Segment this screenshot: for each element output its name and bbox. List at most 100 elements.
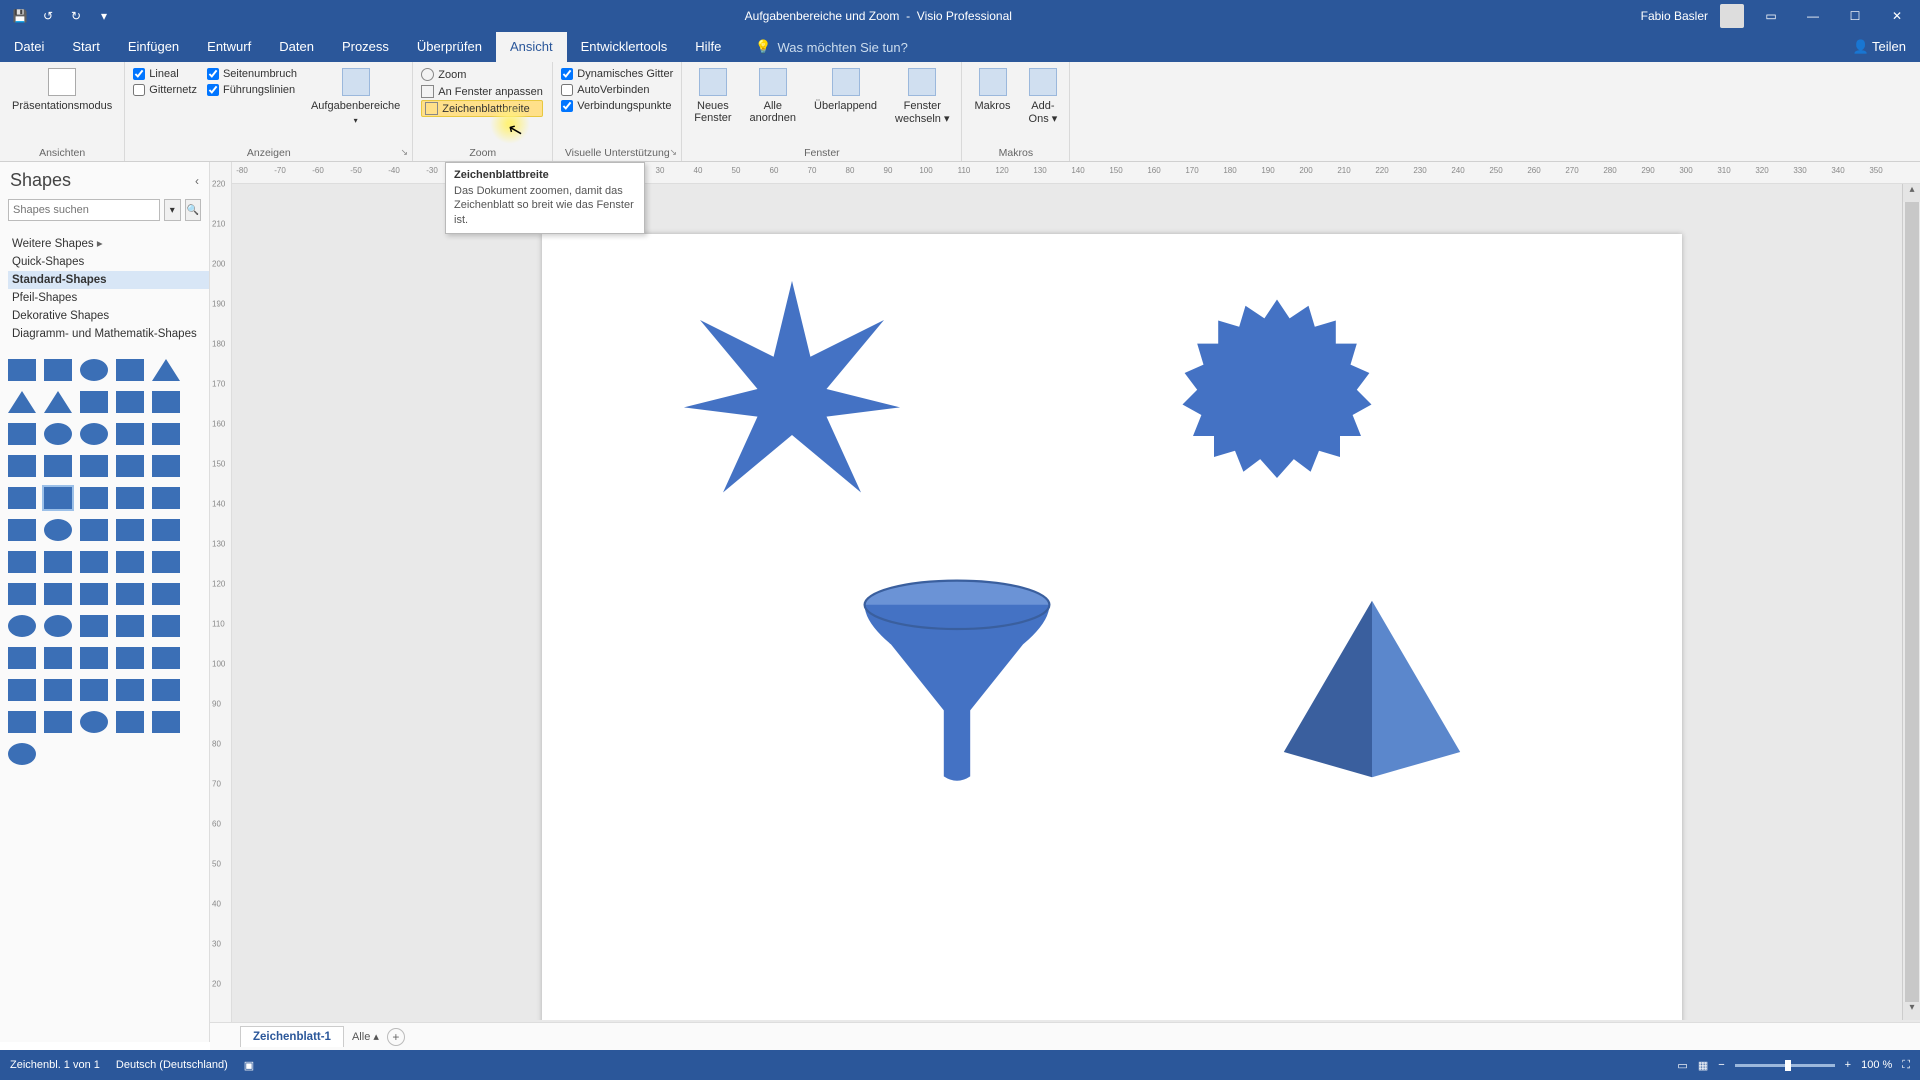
- search-dropdown-icon[interactable]: ▾: [164, 199, 181, 221]
- shape-thumbnail[interactable]: [8, 551, 36, 573]
- gitternetz-checkbox[interactable]: Gitternetz: [133, 82, 197, 98]
- cascade-button[interactable]: Überlappend: [810, 66, 881, 114]
- zoom-out-icon[interactable]: −: [1718, 1059, 1724, 1071]
- shape-thumbnail[interactable]: [116, 391, 144, 413]
- shape-thumbnail[interactable]: [8, 615, 36, 637]
- shape-thumbnail[interactable]: [80, 455, 108, 477]
- seal-shape[interactable]: [1162, 289, 1392, 499]
- shape-thumbnail[interactable]: [80, 391, 108, 413]
- drawing-canvas[interactable]: [232, 184, 1902, 1020]
- fuehrungslinien-checkbox[interactable]: Führungslinien: [207, 82, 297, 98]
- presentation-mode-button[interactable]: Präsentationsmodus: [8, 66, 116, 114]
- shape-thumbnail[interactable]: [152, 679, 180, 701]
- shape-thumbnail[interactable]: [8, 679, 36, 701]
- menu-einfügen[interactable]: Einfügen: [114, 32, 193, 62]
- add-page-button[interactable]: +: [387, 1028, 405, 1046]
- shape-thumbnail[interactable]: [116, 711, 144, 733]
- redo-icon[interactable]: ↻: [64, 4, 88, 28]
- menu-überprüfen[interactable]: Überprüfen: [403, 32, 496, 62]
- menu-start[interactable]: Start: [58, 32, 113, 62]
- shape-thumbnail[interactable]: [80, 679, 108, 701]
- shape-thumbnail[interactable]: [8, 519, 36, 541]
- page-tab[interactable]: Zeichenblatt-1: [240, 1026, 344, 1047]
- shape-thumbnail[interactable]: [8, 423, 36, 445]
- shape-thumbnail[interactable]: [152, 647, 180, 669]
- shape-thumbnail[interactable]: [44, 647, 72, 669]
- shape-thumbnail[interactable]: [80, 615, 108, 637]
- stencil-item[interactable]: Standard-Shapes: [8, 271, 209, 289]
- zoom-button[interactable]: Zoom: [421, 66, 543, 83]
- dynamic-grid-checkbox[interactable]: Dynamisches Gitter: [561, 66, 673, 82]
- shape-thumbnail[interactable]: [44, 423, 72, 445]
- shape-thumbnail[interactable]: [116, 519, 144, 541]
- shape-thumbnail[interactable]: [44, 583, 72, 605]
- shape-thumbnail[interactable]: [80, 711, 108, 733]
- shape-thumbnail[interactable]: [116, 551, 144, 573]
- shape-thumbnail[interactable]: [152, 359, 180, 381]
- avatar[interactable]: [1720, 4, 1744, 28]
- shape-thumbnail[interactable]: [8, 487, 36, 509]
- shape-thumbnail[interactable]: [44, 487, 72, 509]
- fit-window-button[interactable]: An Fenster anpassen: [421, 83, 543, 100]
- fullscreen-icon[interactable]: ⛶: [1902, 1059, 1910, 1072]
- shape-thumbnail[interactable]: [44, 391, 72, 413]
- close-icon[interactable]: ✕: [1882, 6, 1912, 26]
- menu-hilfe[interactable]: Hilfe: [681, 32, 735, 62]
- vertical-scrollbar[interactable]: ▴▾: [1902, 184, 1920, 1020]
- menu-daten[interactable]: Daten: [265, 32, 328, 62]
- shape-thumbnail[interactable]: [44, 711, 72, 733]
- zoom-level[interactable]: 100 %: [1861, 1059, 1892, 1071]
- stencil-item[interactable]: Pfeil-Shapes: [8, 289, 209, 307]
- shape-thumbnail[interactable]: [152, 519, 180, 541]
- search-icon[interactable]: 🔍: [185, 199, 202, 221]
- shape-thumbnail[interactable]: [44, 551, 72, 573]
- shape-thumbnail[interactable]: [44, 359, 72, 381]
- undo-icon[interactable]: ↺: [36, 4, 60, 28]
- star-shape[interactable]: [662, 274, 922, 504]
- shape-thumbnail[interactable]: [116, 583, 144, 605]
- shape-thumbnail[interactable]: [116, 487, 144, 509]
- arrange-all-button[interactable]: Alleanordnen: [746, 66, 801, 126]
- shape-thumbnail[interactable]: [152, 455, 180, 477]
- shape-thumbnail[interactable]: [8, 359, 36, 381]
- menu-ansicht[interactable]: Ansicht: [496, 32, 567, 62]
- drawing-page[interactable]: [542, 234, 1682, 1020]
- addons-button[interactable]: Add-Ons ▾: [1025, 66, 1062, 127]
- shape-thumbnail[interactable]: [8, 743, 36, 765]
- zoom-in-icon[interactable]: +: [1845, 1059, 1851, 1071]
- seitenumbruch-checkbox[interactable]: Seitenumbruch: [207, 66, 297, 82]
- all-pages-tab[interactable]: Alle ▴: [352, 1030, 379, 1043]
- menu-datei[interactable]: Datei: [0, 32, 58, 62]
- shape-thumbnail[interactable]: [116, 615, 144, 637]
- anzeigen-launcher-icon[interactable]: ↘: [398, 147, 410, 159]
- shape-thumbnail[interactable]: [116, 455, 144, 477]
- shape-thumbnail[interactable]: [116, 423, 144, 445]
- shape-thumbnail[interactable]: [116, 359, 144, 381]
- shape-thumbnail[interactable]: [8, 711, 36, 733]
- menu-entwurf[interactable]: Entwurf: [193, 32, 265, 62]
- collapse-pane-icon[interactable]: ‹: [195, 174, 199, 188]
- macro-record-icon[interactable]: ▣: [244, 1059, 254, 1072]
- visuelle-launcher-icon[interactable]: ↘: [667, 147, 679, 159]
- shape-thumbnail[interactable]: [152, 423, 180, 445]
- shape-thumbnail[interactable]: [116, 679, 144, 701]
- ribbon-options-icon[interactable]: ▭: [1756, 6, 1786, 26]
- minimize-icon[interactable]: —: [1798, 6, 1828, 26]
- shape-thumbnail[interactable]: [152, 711, 180, 733]
- shape-thumbnail[interactable]: [80, 647, 108, 669]
- shape-thumbnail[interactable]: [44, 455, 72, 477]
- shape-thumbnail[interactable]: [152, 487, 180, 509]
- shape-thumbnail[interactable]: [80, 423, 108, 445]
- menu-entwicklertools[interactable]: Entwicklertools: [567, 32, 682, 62]
- shape-thumbnail[interactable]: [8, 391, 36, 413]
- shape-thumbnail[interactable]: [80, 487, 108, 509]
- shape-thumbnail[interactable]: [80, 551, 108, 573]
- shape-thumbnail[interactable]: [44, 519, 72, 541]
- more-shapes-item[interactable]: Weitere Shapes: [8, 233, 209, 253]
- shape-thumbnail[interactable]: [8, 455, 36, 477]
- shape-thumbnail[interactable]: [116, 647, 144, 669]
- pyramid-shape[interactable]: [1242, 584, 1502, 794]
- shape-thumbnail[interactable]: [8, 583, 36, 605]
- shape-thumbnail[interactable]: [8, 647, 36, 669]
- maximize-icon[interactable]: ☐: [1840, 6, 1870, 26]
